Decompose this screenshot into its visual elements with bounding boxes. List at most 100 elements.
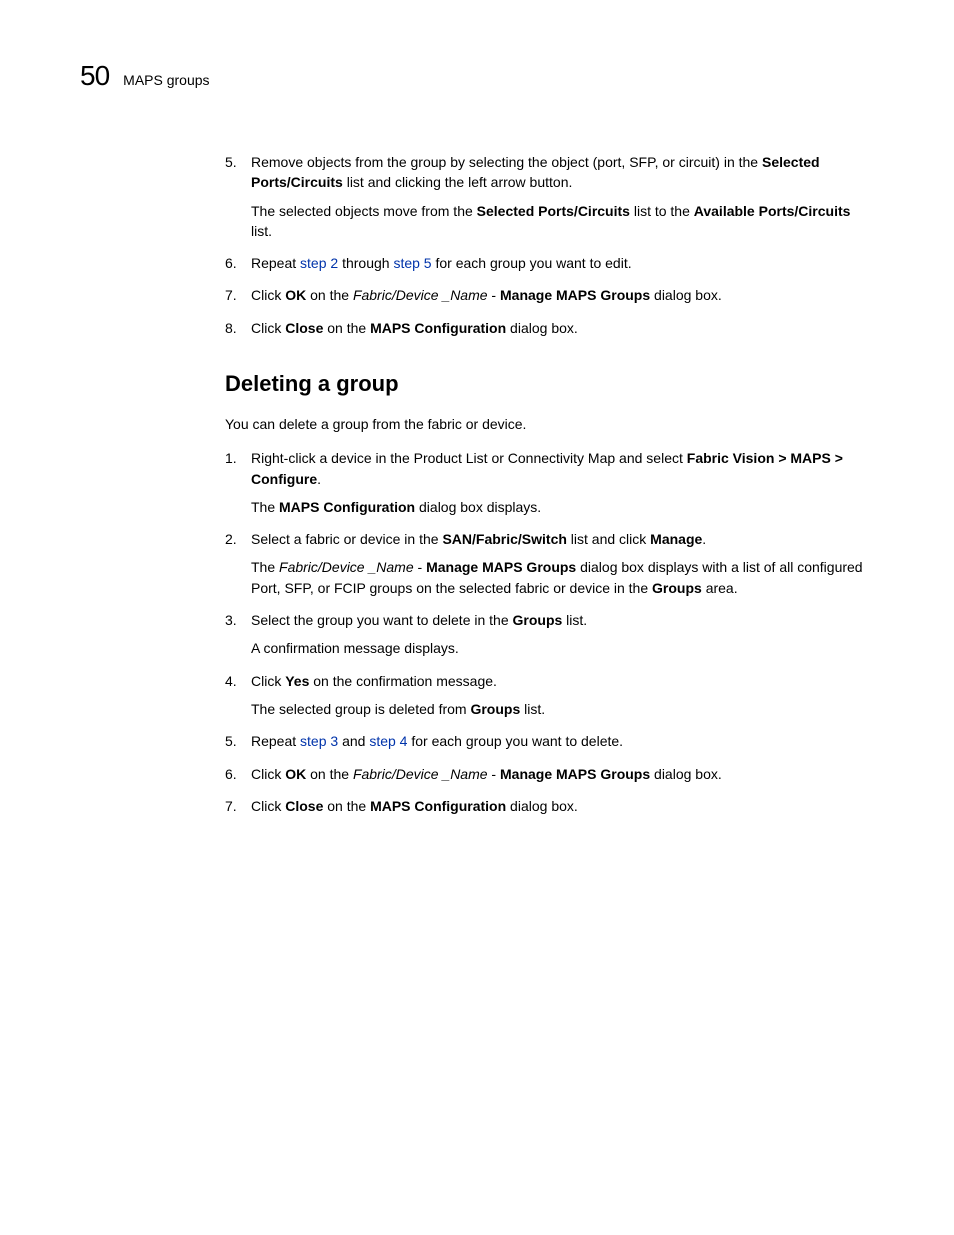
delete-step-2: 2. Select a fabric or device in the SAN/… <box>225 529 874 598</box>
step-marker: 7. <box>225 285 237 305</box>
text: and <box>338 733 369 749</box>
bold-text: Yes <box>285 673 309 689</box>
text: through <box>338 255 393 271</box>
text: - <box>414 559 426 575</box>
text: for each group you want to edit. <box>432 255 632 271</box>
page-header: 50 MAPS groups <box>80 60 874 92</box>
text: Click <box>251 673 285 689</box>
step-marker: 4. <box>225 671 237 691</box>
text: Click <box>251 766 285 782</box>
top-step-6: 6. Repeat step 2 through step 5 for each… <box>225 253 874 273</box>
text: Repeat <box>251 733 300 749</box>
text: dialog box. <box>506 798 578 814</box>
top-step-7: 7. Click OK on the Fabric/Device _Name -… <box>225 285 874 305</box>
text: list. <box>520 701 545 717</box>
text: for each group you want to delete. <box>407 733 623 749</box>
text: The selected group is deleted from <box>251 701 470 717</box>
text: Select the group you want to delete in t… <box>251 612 513 628</box>
bold-text: Close <box>285 320 323 336</box>
page-number: 50 <box>80 60 109 92</box>
bold-text: Available Ports/Circuits <box>694 203 851 219</box>
xref-link[interactable]: step 2 <box>300 255 338 271</box>
sub-paragraph: The Fabric/Device _Name - Manage MAPS Gr… <box>251 557 874 598</box>
text: dialog box. <box>650 766 722 782</box>
text: The <box>251 559 279 575</box>
text: - <box>488 766 500 782</box>
bold-text: Selected Ports/Circuits <box>477 203 630 219</box>
bold-text: Groups <box>513 612 563 628</box>
text: Select a fabric or device in the <box>251 531 442 547</box>
text: area. <box>702 580 738 596</box>
xref-link[interactable]: step 5 <box>393 255 431 271</box>
top-step-5: 5. Remove objects from the group by sele… <box>225 152 874 241</box>
step-marker: 5. <box>225 152 237 172</box>
bold-text: OK <box>285 287 306 303</box>
text: list. <box>562 612 587 628</box>
bold-text: Manage MAPS Groups <box>426 559 576 575</box>
bold-text: OK <box>285 766 306 782</box>
bold-text: Manage MAPS Groups <box>500 287 650 303</box>
top-steps: 5. Remove objects from the group by sele… <box>225 152 874 338</box>
bold-text: Groups <box>652 580 702 596</box>
text: Click <box>251 320 285 336</box>
sub-paragraph: The selected group is deleted from Group… <box>251 699 874 719</box>
bold-text: MAPS Configuration <box>279 499 415 515</box>
text: . <box>702 531 706 547</box>
delete-step-1: 1. Right-click a device in the Product L… <box>225 448 874 517</box>
delete-step-4: 4. Click Yes on the confirmation message… <box>225 671 874 720</box>
text: on the <box>306 766 353 782</box>
top-step-8: 8. Click Close on the MAPS Configuration… <box>225 318 874 338</box>
text: list and clicking the left arrow button. <box>343 174 573 190</box>
text: Repeat <box>251 255 300 271</box>
delete-step-5: 5. Repeat step 3 and step 4 for each gro… <box>225 731 874 751</box>
step-marker: 6. <box>225 253 237 273</box>
step-marker: 8. <box>225 318 237 338</box>
text: list. <box>251 223 272 239</box>
step-marker: 6. <box>225 764 237 784</box>
text: Remove objects from the group by selecti… <box>251 154 762 170</box>
bold-text: SAN/Fabric/Switch <box>442 531 566 547</box>
text: dialog box displays. <box>415 499 541 515</box>
sub-paragraph: The selected objects move from the Selec… <box>251 201 874 242</box>
text: list and click <box>567 531 650 547</box>
text: Click <box>251 798 285 814</box>
step-marker: 5. <box>225 731 237 751</box>
text: dialog box. <box>650 287 722 303</box>
section-heading-deleting-group: Deleting a group <box>225 368 874 400</box>
delete-steps: 1. Right-click a device in the Product L… <box>225 448 874 816</box>
bold-text: Close <box>285 798 323 814</box>
text: on the <box>306 287 353 303</box>
text: on the <box>323 320 370 336</box>
delete-step-3: 3. Select the group you want to delete i… <box>225 610 874 659</box>
step-marker: 1. <box>225 448 237 468</box>
text: list to the <box>630 203 694 219</box>
header-section-label: MAPS groups <box>123 72 209 88</box>
xref-link[interactable]: step 4 <box>369 733 407 749</box>
text: on the <box>323 798 370 814</box>
intro-paragraph: You can delete a group from the fabric o… <box>225 414 874 434</box>
text: on the confirmation message. <box>309 673 497 689</box>
italic-text: Fabric/Device _Name <box>353 287 488 303</box>
text: . <box>317 471 321 487</box>
content: 5. Remove objects from the group by sele… <box>225 152 874 816</box>
step-marker: 2. <box>225 529 237 549</box>
text: - <box>488 287 500 303</box>
xref-link[interactable]: step 3 <box>300 733 338 749</box>
bold-text: Manage <box>650 531 702 547</box>
step-marker: 3. <box>225 610 237 630</box>
text: dialog box. <box>506 320 578 336</box>
delete-step-6: 6. Click OK on the Fabric/Device _Name -… <box>225 764 874 784</box>
page: 50 MAPS groups 5. Remove objects from th… <box>0 0 954 1235</box>
bold-text: Groups <box>470 701 520 717</box>
text: The selected objects move from the <box>251 203 477 219</box>
text: Click <box>251 287 285 303</box>
sub-paragraph: The MAPS Configuration dialog box displa… <box>251 497 874 517</box>
text: Right-click a device in the Product List… <box>251 450 687 466</box>
sub-paragraph: A confirmation message displays. <box>251 638 874 658</box>
bold-text: Manage MAPS Groups <box>500 766 650 782</box>
step-marker: 7. <box>225 796 237 816</box>
bold-text: MAPS Configuration <box>370 798 506 814</box>
bold-text: MAPS Configuration <box>370 320 506 336</box>
italic-text: Fabric/Device _Name <box>353 766 488 782</box>
italic-text: Fabric/Device _Name <box>279 559 414 575</box>
